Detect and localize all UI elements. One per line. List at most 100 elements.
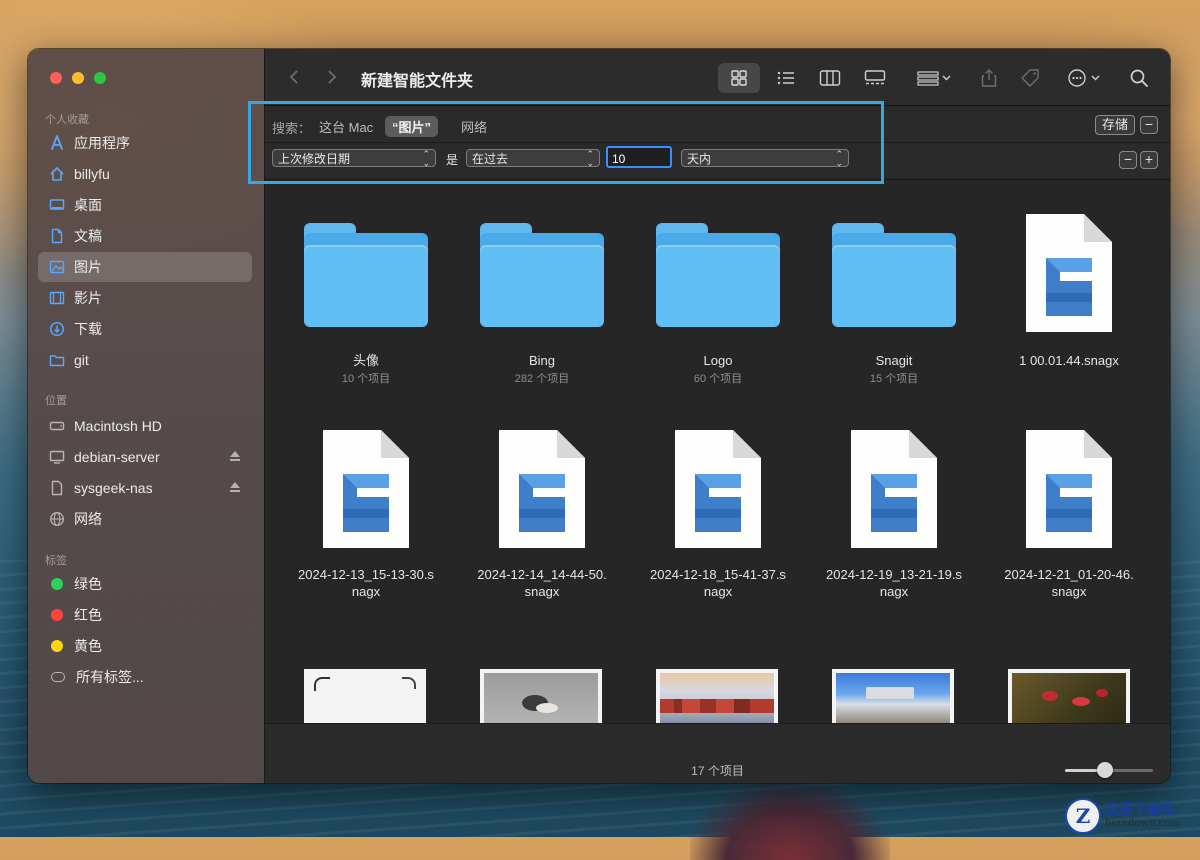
- sidebar-item-documents[interactable]: 文稿: [38, 221, 252, 251]
- snagx-file-icon[interactable]: [851, 430, 937, 548]
- grid-item-snagx-4[interactable]: 2024-12-18_15-41-37.s nagx: [638, 566, 798, 600]
- sidebar-item-home[interactable]: billyfu: [38, 159, 252, 189]
- item-name-line1: 2024-12-21_01-20-46.: [1004, 567, 1134, 582]
- icon-size-slider[interactable]: [1065, 762, 1153, 778]
- gallery-view-button[interactable]: [859, 63, 891, 93]
- snagx-file-icon[interactable]: [1026, 430, 1112, 548]
- add-criterion-button[interactable]: +: [1140, 151, 1158, 169]
- sidebar-item-network[interactable]: 网络: [38, 504, 252, 534]
- grid-item-snagx-1[interactable]: 1 00.01.44.snagx: [989, 352, 1149, 369]
- item-name: 1 00.01.44.snagx: [1019, 353, 1119, 368]
- share-button[interactable]: [977, 63, 1001, 93]
- item-name-line2: snagx: [524, 584, 560, 599]
- operator-popup[interactable]: 在过去 ⌃ ⌄: [466, 149, 600, 168]
- snagx-file-icon[interactable]: [675, 430, 761, 548]
- main-pane: 新建智能文件夹 搜索： 这台 Mac “图片” 网络 存储 − 上次修改日期 ⌃…: [265, 49, 1170, 783]
- list-icon: [777, 71, 794, 85]
- remove-criterion-button[interactable]: −: [1119, 151, 1137, 169]
- grid-item-snagx-2[interactable]: 2024-12-13_15-13-30.s nagx: [286, 566, 446, 600]
- grid-item-snagit[interactable]: Snagit 15 个项目: [814, 352, 974, 386]
- folder-icon[interactable]: [304, 223, 428, 327]
- snagx-file-icon[interactable]: [499, 430, 585, 548]
- minimize-window-button[interactable]: [72, 72, 84, 84]
- eject-icon[interactable]: [230, 451, 240, 461]
- scope-this-mac[interactable]: 这台 Mac: [312, 116, 380, 137]
- applications-icon: [48, 134, 66, 152]
- yellow-tag-icon: [51, 640, 63, 652]
- image-thumbnail-city[interactable]: [832, 669, 954, 723]
- file-grid: 头像 10 个项目 Bing 282 个项目 Logo 60 个项目 Snagi…: [265, 180, 1170, 723]
- snagit-logo-icon: [695, 474, 741, 532]
- sidebar-section-locations: 位置: [45, 395, 67, 407]
- sidebar-item-label: sysgeek-nas: [74, 480, 153, 496]
- criteria-row: 上次修改日期 ⌃ ⌄ 是 在过去 ⌃ ⌄ 10 天内 ⌃ ⌄ − +: [265, 143, 1170, 180]
- sidebar-item-label: 图片: [74, 259, 102, 275]
- save-search-button[interactable]: 存储: [1095, 115, 1135, 135]
- chevron-left-icon: [289, 70, 298, 84]
- snagx-file-icon[interactable]: [323, 430, 409, 548]
- sidebar-item-downloads[interactable]: 下载: [38, 314, 252, 344]
- sidebar-item-all-tags[interactable]: 所有标签...: [38, 662, 252, 692]
- grid-item-snagx-5[interactable]: 2024-12-19_13-21-19.s nagx: [814, 566, 974, 600]
- unit-popup[interactable]: 天内 ⌃ ⌄: [681, 149, 849, 168]
- group-by-button[interactable]: [913, 63, 957, 93]
- grid-item-logo[interactable]: Logo 60 个项目: [638, 352, 798, 386]
- sidebar-item-tag-yellow[interactable]: 黄色: [38, 631, 252, 661]
- zoom-window-button[interactable]: [94, 72, 106, 84]
- sidebar-item-tag-red[interactable]: 红色: [38, 600, 252, 630]
- image-thumbnail-flower[interactable]: [1008, 669, 1130, 723]
- list-view-button[interactable]: [771, 63, 801, 93]
- days-value-input[interactable]: 10: [606, 146, 672, 168]
- remove-search-button[interactable]: −: [1140, 116, 1158, 134]
- tag-button[interactable]: [1017, 63, 1043, 93]
- sidebar-item-sysgeek-nas[interactable]: sysgeek-nas: [38, 473, 252, 503]
- image-thumbnail-village[interactable]: [656, 669, 778, 723]
- sidebar-item-pictures[interactable]: 图片: [38, 252, 252, 282]
- item-name-line1: 2024-12-19_13-21-19.s: [826, 567, 962, 582]
- snagit-logo-icon: [1046, 474, 1092, 532]
- sidebar-item-applications[interactable]: 应用程序: [38, 128, 252, 158]
- sidebar-item-macintosh-hd[interactable]: Macintosh HD: [38, 411, 252, 441]
- status-bar: 17 个项目: [265, 723, 1170, 783]
- folder-icon[interactable]: [832, 223, 956, 327]
- search-button[interactable]: [1126, 63, 1152, 93]
- folder-icon[interactable]: [656, 223, 780, 327]
- home-icon: [48, 165, 66, 183]
- image-thumbnail-bird[interactable]: [480, 669, 602, 723]
- snagx-file-icon[interactable]: [1026, 214, 1112, 332]
- back-button[interactable]: [285, 67, 305, 87]
- attribute-popup[interactable]: 上次修改日期 ⌃ ⌄: [272, 149, 436, 168]
- close-window-button[interactable]: [50, 72, 62, 84]
- grid-item-avatar[interactable]: 头像 10 个项目: [286, 352, 446, 386]
- unit-popup-value: 天内: [687, 152, 712, 166]
- item-name: Bing: [528, 353, 556, 368]
- item-name-line1: 2024-12-14_14-44-50.: [477, 567, 607, 582]
- icon-size-slider-knob[interactable]: [1097, 762, 1113, 778]
- scope-network[interactable]: 网络: [454, 116, 494, 137]
- icon-view-button[interactable]: [718, 63, 760, 93]
- grid-item-snagx-6[interactable]: 2024-12-21_01-20-46. snagx: [989, 566, 1149, 600]
- eject-icon[interactable]: [230, 482, 240, 492]
- sidebar-item-label: git: [74, 352, 89, 368]
- sidebar-item-debian-server[interactable]: debian-server: [38, 442, 252, 472]
- snagit-logo-icon: [1046, 258, 1092, 316]
- green-tag-icon: [51, 578, 63, 590]
- sidebar-item-git[interactable]: git: [38, 345, 252, 375]
- item-count: 15 个项目: [869, 373, 919, 385]
- more-actions-button[interactable]: [1063, 63, 1107, 93]
- chevron-right-icon: [328, 70, 337, 84]
- sidebar-item-desktop[interactable]: 桌面: [38, 190, 252, 220]
- ellipsis-circle-icon: [1068, 69, 1100, 87]
- pictures-icon: [48, 258, 66, 276]
- sidebar-item-movies[interactable]: 影片: [38, 283, 252, 313]
- grid-item-snagx-3[interactable]: 2024-12-14_14-44-50. snagx: [462, 566, 622, 600]
- folder-icon[interactable]: [480, 223, 604, 327]
- movies-icon: [48, 289, 66, 307]
- grid-item-bing[interactable]: Bing 282 个项目: [462, 352, 622, 386]
- column-view-button[interactable]: [815, 63, 845, 93]
- sidebar-item-tag-green[interactable]: 绿色: [38, 569, 252, 599]
- forward-button[interactable]: [321, 67, 341, 87]
- operator-popup-value: 在过去: [472, 152, 509, 166]
- image-thumbnail-blank[interactable]: [304, 669, 426, 723]
- scope-pictures[interactable]: “图片”: [385, 116, 439, 137]
